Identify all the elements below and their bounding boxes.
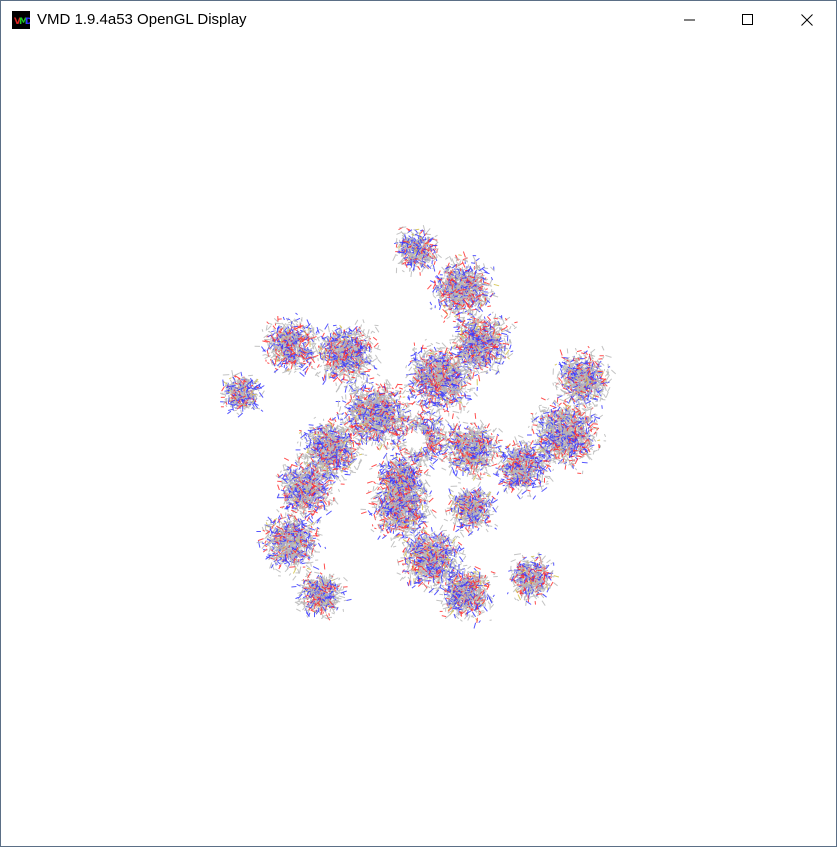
opengl-viewport[interactable] [1,39,836,846]
title-bar[interactable]: V M D VMD 1.9.4a53 OpenGL Display [1,1,836,39]
close-icon [801,14,813,26]
molecule-render[interactable] [1,39,836,846]
maximize-button[interactable] [719,1,777,39]
minimize-button[interactable] [661,1,719,39]
svg-text:D: D [25,17,30,27]
minimize-icon [684,19,695,21]
vmd-display-window: V M D VMD 1.9.4a53 OpenGL Display [0,0,837,847]
window-title: VMD 1.9.4a53 OpenGL Display [37,11,247,29]
molecule-bonds [220,224,617,629]
vmd-icon[interactable]: V M D [12,11,30,29]
close-button[interactable] [778,1,836,39]
maximize-icon [742,14,753,25]
